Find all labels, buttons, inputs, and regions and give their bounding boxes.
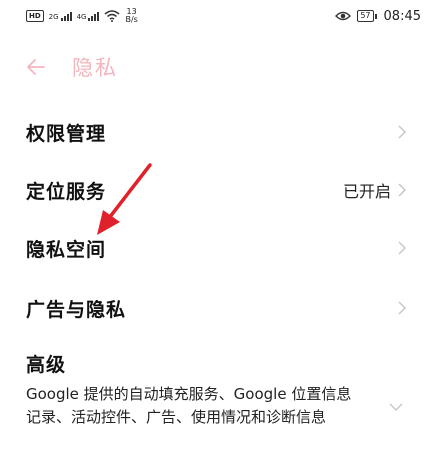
advanced-title: 高级 [26, 354, 67, 376]
chevron-right-icon [398, 183, 407, 197]
signal-sim2-icon: 4G [77, 11, 100, 21]
chevron-right-icon [398, 241, 407, 255]
menu-item-private-space[interactable]: 隐私空间 [0, 223, 433, 273]
hd-icon: HD [26, 10, 44, 22]
chevron-down-icon[interactable] [389, 402, 403, 412]
clock: 08:45 [383, 8, 421, 24]
status-bar: HD 2G 4G 13 B/s 57 08:45 [0, 0, 433, 32]
network-speed: 13 B/s [125, 7, 138, 24]
status-right: 57 08:45 [335, 9, 421, 24]
status-left: HD 2G 4G 13 B/s [26, 8, 138, 24]
location-status: 已开启 [342, 182, 391, 201]
menu-item-permissions[interactable]: 权限管理 [0, 107, 433, 157]
menu-item-label: 隐私空间 [26, 238, 107, 261]
menu-item-label: 定位服务 [26, 180, 107, 203]
battery-icon: 57 [357, 10, 377, 22]
signal-sim1-icon: 2G [49, 11, 72, 21]
advanced-description: Google 提供的自动填充服务、Google 位置信息记录、活动控件、广告、使… [26, 385, 352, 426]
page-title: 隐私 [72, 56, 118, 80]
advanced-section[interactable]: 高级 Google 提供的自动填充服务、Google 位置信息记录、活动控件、广… [0, 350, 433, 429]
eye-icon [335, 11, 352, 21]
wifi-icon [104, 10, 120, 22]
menu-item-location[interactable]: 定位服务 已开启 [0, 165, 433, 215]
arrow-left-icon[interactable] [26, 57, 46, 77]
page-header: 隐私 [26, 52, 118, 82]
menu-item-label: 广告与隐私 [26, 298, 127, 321]
chevron-right-icon [398, 125, 407, 139]
menu-item-label: 权限管理 [26, 122, 107, 145]
chevron-right-icon [398, 301, 407, 315]
menu-item-ads-privacy[interactable]: 广告与隐私 [0, 283, 433, 333]
